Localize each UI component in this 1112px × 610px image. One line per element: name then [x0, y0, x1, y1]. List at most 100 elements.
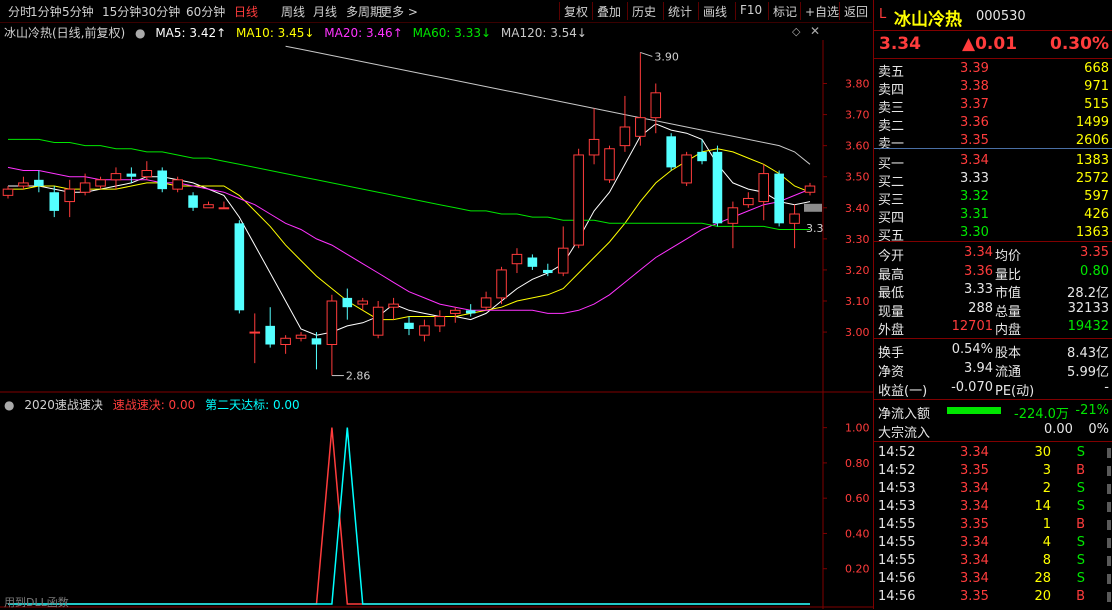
bid-row[interactable]: 买五 3.30 1363 — [874, 224, 1112, 244]
net-inflow-row: 净流入额 -224.0万 -21% — [874, 402, 1112, 422]
ask-price: 3.39 — [960, 61, 989, 76]
fundamental-label: 收益(一) — [878, 384, 928, 399]
bid-row[interactable]: 买一 3.34 1383 — [874, 152, 1112, 172]
stat-label: 现量 — [878, 304, 905, 320]
y-tick-label: 3.80 — [845, 78, 870, 91]
high-marker-line — [640, 51, 653, 57]
stat-label: 今开 — [878, 249, 905, 264]
last-price: 3.34 — [879, 34, 921, 54]
tick-price: 3.34 — [960, 481, 989, 496]
candle-body-down — [126, 173, 137, 177]
stat-row[interactable]: 最低 3.33 市值 28.2亿 — [874, 281, 1112, 301]
tick-indicator — [1107, 520, 1111, 530]
candle-body-up — [727, 207, 739, 224]
stat-row[interactable]: 今开 3.34 均价 3.35 — [874, 244, 1112, 264]
stat-label: 内盘 — [995, 323, 1022, 338]
tick-row[interactable]: 14:56 3.34 28 S — [874, 570, 1112, 588]
candle-body-down — [265, 325, 275, 345]
bid-price: 3.33 — [960, 171, 989, 186]
tick-volume: 4 — [1042, 535, 1051, 550]
y-tick-label: 3.30 — [845, 233, 870, 246]
tick-row[interactable]: 14:52 3.34 30 S — [874, 444, 1112, 462]
candle-body-down — [465, 310, 476, 314]
fundamental-label: 净资 — [878, 365, 905, 380]
candle-body-down — [49, 192, 60, 211]
candle-body-up — [681, 154, 692, 184]
stat-row[interactable]: 最高 3.36 量比 0.80 — [874, 263, 1112, 283]
y-tick-label: 3.00 — [845, 326, 870, 339]
y-tick-label: 3.50 — [845, 171, 870, 184]
bid-volume: 2572 — [1075, 171, 1109, 186]
tick-row[interactable]: 14:55 3.35 1 B — [874, 516, 1112, 534]
tick-price: 3.34 — [960, 499, 989, 514]
candle-body-down — [527, 257, 538, 267]
indicator-y-tick-label: 1.00 — [845, 422, 870, 435]
bid-price: 3.34 — [960, 153, 989, 168]
tick-price: 3.34 — [960, 535, 989, 550]
tick-row[interactable]: 14:55 3.34 4 S — [874, 534, 1112, 552]
tick-row[interactable]: 14:53 3.34 2 S — [874, 480, 1112, 498]
fundamental-label: 股本 — [995, 346, 1022, 361]
fundamental-value: - — [1104, 380, 1109, 395]
tick-price: 3.35 — [960, 463, 989, 478]
bid-row[interactable]: 买四 3.31 426 — [874, 206, 1112, 226]
ma-line-ma20 — [7, 166, 811, 314]
net-inflow-value: -224.0万 — [1014, 407, 1069, 422]
stat-label: 最高 — [878, 267, 905, 283]
ask-row[interactable]: 卖二 3.36 1499 — [874, 114, 1112, 134]
bid-row[interactable]: 买三 3.32 597 — [874, 188, 1112, 208]
tick-row[interactable]: 14:52 3.35 3 B — [874, 462, 1112, 480]
candle-body-up — [249, 331, 261, 334]
stat-value: 19432 — [1067, 319, 1109, 334]
price-change-pct: 0.30% — [1050, 34, 1109, 54]
watermark: 用到DLL函数 — [4, 596, 69, 609]
stat-value: 3.33 — [964, 282, 993, 297]
tick-row[interactable]: 14:56 3.35 20 B — [874, 588, 1112, 606]
fundamental-label: 流通 — [995, 365, 1022, 380]
tick-row[interactable]: 14:55 3.34 8 S — [874, 552, 1112, 570]
ask-row[interactable]: 卖三 3.37 515 — [874, 96, 1112, 116]
kline-chart-area[interactable]: 3.80 3.70 3.60 3.50 3.40 3.30 3.20 3.10 3.00 3.90… — [0, 0, 873, 609]
tick-volume: 8 — [1042, 553, 1051, 568]
y-tick-label: 3.10 — [845, 295, 870, 308]
tick-time: 14:53 — [878, 499, 916, 514]
candle-body-up — [79, 182, 91, 193]
candle-body-up — [758, 173, 770, 203]
fundamental-row[interactable]: 净资 3.94 流通 5.99亿 — [874, 360, 1112, 380]
stat-label: 均价 — [995, 249, 1022, 264]
fundamental-value: 0.54% — [951, 342, 993, 357]
ask-row[interactable]: 卖五 3.39 668 — [874, 60, 1112, 80]
y-tick-label: 3.40 — [845, 202, 870, 215]
fundamental-row[interactable]: 换手 0.54% 股本 8.43亿 — [874, 341, 1112, 361]
block-inflow-value: 0.00 — [1044, 422, 1073, 437]
ask-price: 3.36 — [960, 115, 989, 130]
bid-price: 3.32 — [960, 189, 989, 204]
stock-name[interactable]: 冰山冷热 — [894, 5, 962, 30]
ask-volume: 515 — [1084, 97, 1109, 112]
ask-row[interactable]: 卖四 3.38 971 — [874, 78, 1112, 98]
candle-body-up — [650, 92, 662, 119]
tick-side: S — [1076, 535, 1085, 550]
bid-price: 3.31 — [960, 207, 989, 222]
candle-body-down — [311, 338, 322, 345]
ma-line-ma60 — [8, 138, 810, 230]
stat-row[interactable]: 外盘 12701 内盘 19432 — [874, 318, 1112, 338]
stat-value: 3.34 — [964, 245, 993, 260]
tick-price: 3.34 — [960, 445, 989, 460]
candle-body-up — [588, 138, 600, 156]
tick-volume: 30 — [1034, 445, 1051, 460]
bid-row[interactable]: 买二 3.33 2572 — [874, 170, 1112, 190]
net-inflow-pct: -21% — [1075, 403, 1109, 418]
indicator-line-1 — [8, 427, 810, 605]
fundamental-row[interactable]: 收益(一) -0.070 PE(动) - — [874, 379, 1112, 399]
stat-row[interactable]: 现量 288 总量 32133 — [874, 300, 1112, 320]
tick-indicator — [1107, 574, 1111, 584]
candle-body-down — [342, 297, 353, 308]
y-tick-label: 3.20 — [845, 264, 870, 277]
ma-line-ma120 — [285, 45, 811, 165]
fundamental-value: 8.43亿 — [1067, 346, 1109, 361]
ask-volume: 2606 — [1075, 133, 1109, 148]
price-row: 3.34 ▲0.01 0.30% — [874, 33, 1112, 55]
tick-row[interactable]: 14:53 3.34 14 S — [874, 498, 1112, 516]
candle-body-up — [619, 126, 631, 147]
